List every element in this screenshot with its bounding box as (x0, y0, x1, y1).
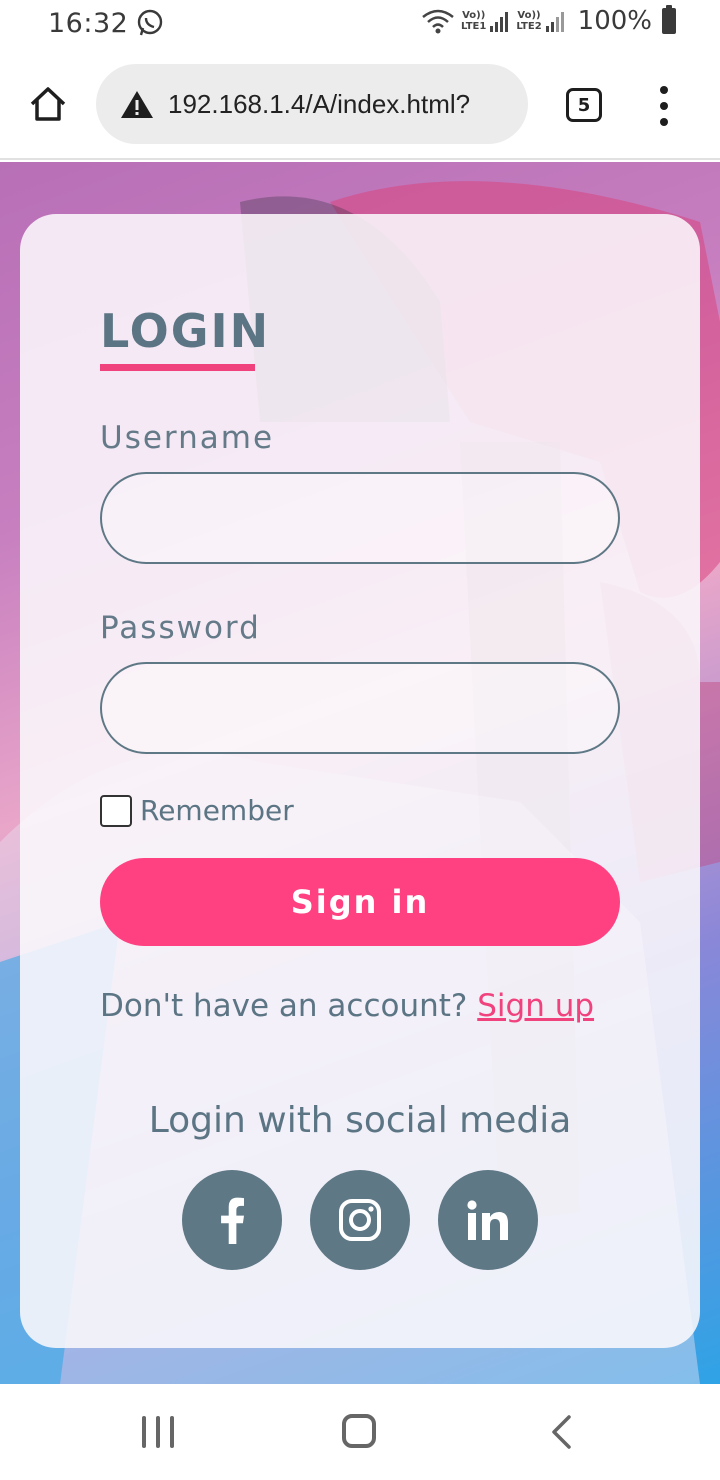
remember-label[interactable]: Remember (140, 794, 294, 827)
login-title: LOGIN (100, 304, 271, 358)
back-icon[interactable] (548, 1414, 574, 1450)
password-label: Password (100, 610, 261, 646)
linkedin-button[interactable] (438, 1170, 538, 1270)
social-buttons (182, 1170, 538, 1270)
social-title: Login with social media (148, 1100, 572, 1141)
linkedin-icon (467, 1200, 508, 1240)
sim1-indicator: Vo)) LTE1 (461, 10, 510, 32)
signal-icon (545, 12, 564, 32)
system-nav-bar (0, 1384, 720, 1480)
no-account-text: Don't have an account? (100, 988, 478, 1024)
tabs-icon[interactable]: 5 (566, 88, 602, 122)
page-background: LOGIN Username Password Remember Sign in… (0, 162, 720, 1384)
password-input[interactable] (100, 662, 620, 754)
username-input[interactable] (100, 472, 620, 564)
sim1-volte: Vo)) (462, 10, 486, 21)
whatsapp-icon (137, 9, 163, 36)
url-text[interactable]: 192.168.1.4/A/index.html? (168, 89, 470, 120)
login-card: LOGIN Username Password Remember Sign in… (20, 214, 700, 1348)
recent-apps-icon[interactable] (142, 1416, 174, 1448)
username-label: Username (100, 420, 275, 456)
signal-icon (490, 12, 509, 32)
sim2-indicator: Vo)) LTE2 (516, 10, 565, 32)
signin-button[interactable]: Sign in (100, 858, 620, 946)
facebook-button[interactable] (182, 1170, 282, 1270)
title-underline (100, 364, 255, 371)
status-bar: 16:32 Vo)) LTE1 Vo)) LTE2 100% (0, 0, 720, 50)
signup-link[interactable]: Sign up (477, 988, 594, 1024)
home-icon[interactable] (342, 1414, 376, 1448)
facebook-icon (221, 1197, 244, 1244)
sim2-volte: Vo)) (517, 10, 541, 21)
remember-row: Remember (100, 794, 294, 827)
signin-label: Sign in (290, 883, 430, 921)
address-bar[interactable]: 192.168.1.4/A/index.html? (96, 64, 528, 144)
battery-icon (662, 5, 676, 34)
signup-prompt: Don't have an account? Sign up (100, 988, 594, 1024)
sim2-lte: LTE2 (516, 21, 542, 32)
instagram-button[interactable] (310, 1170, 410, 1270)
battery-percent: 100% (577, 6, 652, 36)
sim1-lte: LTE1 (461, 21, 487, 32)
wifi-icon (422, 9, 454, 34)
browser-toolbar: 192.168.1.4/A/index.html? 5 (0, 50, 720, 160)
more-vert-icon[interactable] (650, 86, 678, 126)
status-time: 16:32 (48, 8, 129, 39)
home-icon[interactable] (28, 84, 68, 124)
remember-checkbox[interactable] (100, 794, 132, 827)
status-indicators: Vo)) LTE1 Vo)) LTE2 100% (421, 5, 676, 36)
warning-icon[interactable] (120, 89, 154, 119)
instagram-icon (339, 1199, 381, 1241)
tab-count: 5 (577, 94, 591, 116)
